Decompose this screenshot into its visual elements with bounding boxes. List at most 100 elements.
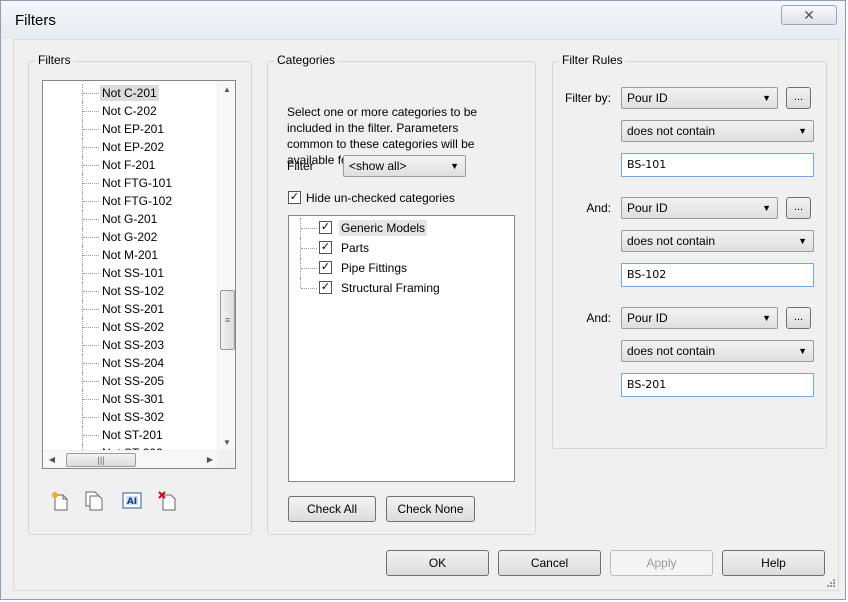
- filter-item[interactable]: Not EP-201: [43, 120, 216, 138]
- filters-group-title: Filters: [35, 53, 74, 67]
- filter-item[interactable]: Not M-201: [43, 246, 216, 264]
- tree-connector: [83, 435, 99, 436]
- category-filter-label: Filter: [287, 159, 314, 173]
- filter-item[interactable]: Not SS-201: [43, 300, 216, 318]
- filter-item-label: Not ST-201: [102, 428, 163, 442]
- filter-item-label: Not SS-204: [102, 356, 165, 370]
- rule-label: And:: [586, 311, 611, 325]
- filter-item-label: Not SS-203: [102, 338, 165, 352]
- filter-item[interactable]: Not SS-204: [43, 354, 216, 372]
- check-none-button[interactable]: Check None: [386, 496, 475, 522]
- close-button[interactable]: ✕: [781, 5, 837, 25]
- scroll-up-icon[interactable]: ▲: [218, 81, 235, 98]
- category-filter-dropdown[interactable]: <show all> ▼: [343, 155, 466, 177]
- delete-filter-icon[interactable]: [157, 490, 179, 512]
- filter-rules-group: Filter Rules Filter by: Pour ID ▼... does n…: [552, 53, 827, 449]
- filter-item-label: Not FTG-102: [102, 194, 173, 208]
- help-button[interactable]: Help: [722, 550, 825, 576]
- filter-item[interactable]: Not SS-205: [43, 372, 216, 390]
- rule-value-input[interactable]: BS-102: [621, 263, 814, 287]
- rule-operator-dropdown[interactable]: does not contain ▼: [621, 230, 814, 252]
- scroll-down-icon[interactable]: ▼: [218, 434, 235, 451]
- apply-button[interactable]: Apply: [610, 550, 713, 576]
- rule-value-input[interactable]: BS-201: [621, 373, 814, 397]
- rule-parameter-dropdown[interactable]: Pour ID ▼: [621, 197, 778, 219]
- rule-parameter-browse-button[interactable]: ...: [786, 87, 811, 109]
- new-filter-icon[interactable]: [49, 490, 71, 512]
- filter-item[interactable]: Not SS-101: [43, 264, 216, 282]
- filter-item[interactable]: Not SS-302: [43, 408, 216, 426]
- hide-unchecked-label: Hide un-checked categories: [306, 191, 455, 205]
- filter-item-label: Not SS-302: [102, 410, 165, 424]
- filter-item-label: Not G-202: [102, 230, 158, 244]
- category-label: Pipe Fittings: [341, 261, 408, 275]
- rule-operator-dropdown[interactable]: does not contain ▼: [621, 120, 814, 142]
- filter-item[interactable]: Not FTG-101: [43, 174, 216, 192]
- category-item[interactable]: ✓ Generic Models: [289, 218, 514, 238]
- filter-item[interactable]: Not SS-203: [43, 336, 216, 354]
- filters-horizontal-scrollbar[interactable]: ◀ ||| ▶: [43, 450, 219, 468]
- category-item[interactable]: ✓ Parts: [289, 238, 514, 258]
- chevron-down-icon: ▼: [798, 126, 807, 136]
- filter-item-label: Not SS-301: [102, 392, 165, 406]
- rule-parameter-dropdown[interactable]: Pour ID ▼: [621, 87, 778, 109]
- close-icon: ✕: [803, 7, 815, 23]
- filter-item[interactable]: Not ST-201: [43, 426, 216, 444]
- category-item[interactable]: ✓ Pipe Fittings: [289, 258, 514, 278]
- filters-vertical-scrollbar[interactable]: ▲ ≡ ▼: [217, 81, 235, 451]
- rule-parameter-browse-button[interactable]: ...: [786, 307, 811, 329]
- filter-item[interactable]: Not FTG-102: [43, 192, 216, 210]
- tree-connector: [83, 399, 99, 400]
- filter-item[interactable]: Not C-201: [43, 84, 216, 102]
- title-bar[interactable]: Filters ✕: [1, 1, 845, 39]
- category-checkbox[interactable]: ✓: [319, 221, 332, 234]
- rule-value-input[interactable]: BS-101: [621, 153, 814, 177]
- filter-item[interactable]: Not SS-202: [43, 318, 216, 336]
- filter-item[interactable]: Not C-202: [43, 102, 216, 120]
- filter-item[interactable]: Not SS-102: [43, 282, 216, 300]
- filter-item[interactable]: Not G-201: [43, 210, 216, 228]
- resize-grip-icon[interactable]: [824, 576, 836, 588]
- filter-item-label: Not FTG-101: [102, 176, 173, 190]
- rule-parameter-browse-button[interactable]: ...: [786, 197, 811, 219]
- filter-item-label: Not C-201: [100, 85, 159, 101]
- rule-operator-value: does not contain: [627, 124, 716, 138]
- category-item[interactable]: ✓ Structural Framing: [289, 278, 514, 298]
- vertical-scroll-thumb[interactable]: ≡: [220, 290, 235, 350]
- check-all-button[interactable]: Check All: [288, 496, 376, 522]
- tree-connector: [83, 381, 99, 382]
- ok-button[interactable]: OK: [386, 550, 489, 576]
- filters-tree-items: Not C-201 Not C-202 Not EP-201 Not EP-202 No…: [43, 84, 216, 462]
- tree-connector: [301, 268, 317, 269]
- chevron-down-icon: ▼: [762, 203, 771, 213]
- tree-connector: [83, 93, 99, 94]
- rename-filter-icon[interactable]: AI: [121, 490, 143, 512]
- category-checkbox[interactable]: ✓: [319, 261, 332, 274]
- filter-item[interactable]: Not EP-202: [43, 138, 216, 156]
- filter-item-label: Not EP-201: [102, 122, 165, 136]
- scroll-left-icon[interactable]: ◀: [43, 451, 61, 468]
- category-checkbox[interactable]: ✓: [319, 281, 332, 294]
- categories-group-title: Categories: [274, 53, 339, 67]
- horizontal-scroll-thumb[interactable]: |||: [66, 453, 136, 467]
- duplicate-filter-icon[interactable]: [83, 490, 105, 512]
- filter-item[interactable]: Not SS-301: [43, 390, 216, 408]
- filter-item-label: Not C-202: [102, 104, 157, 118]
- tree-connector: [301, 248, 317, 249]
- scroll-corner: [217, 450, 235, 468]
- hide-unchecked-checkbox[interactable]: ✓: [288, 191, 301, 204]
- filter-item-label: Not SS-202: [102, 320, 165, 334]
- rule-parameter-dropdown[interactable]: Pour ID ▼: [621, 307, 778, 329]
- filters-tree[interactable]: Not C-201 Not C-202 Not EP-201 Not EP-202 No…: [42, 80, 236, 469]
- category-checkbox[interactable]: ✓: [319, 241, 332, 254]
- categories-list[interactable]: ✓ Generic Models ✓ Parts ✓ Pipe Fittings ✓ Stru…: [288, 215, 515, 482]
- rule-operator-dropdown[interactable]: does not contain ▼: [621, 340, 814, 362]
- rule-label: Filter by:: [564, 91, 611, 105]
- filter-item[interactable]: Not F-201: [43, 156, 216, 174]
- filter-item[interactable]: Not G-202: [43, 228, 216, 246]
- filter-rules-group-title: Filter Rules: [559, 53, 626, 67]
- tree-connector: [83, 363, 99, 364]
- cancel-button[interactable]: Cancel: [498, 550, 601, 576]
- filters-dialog: Filters ✕ Filters Not C-201 Not C-202 Not …: [0, 0, 846, 600]
- filter-item-label: Not M-201: [102, 248, 159, 262]
